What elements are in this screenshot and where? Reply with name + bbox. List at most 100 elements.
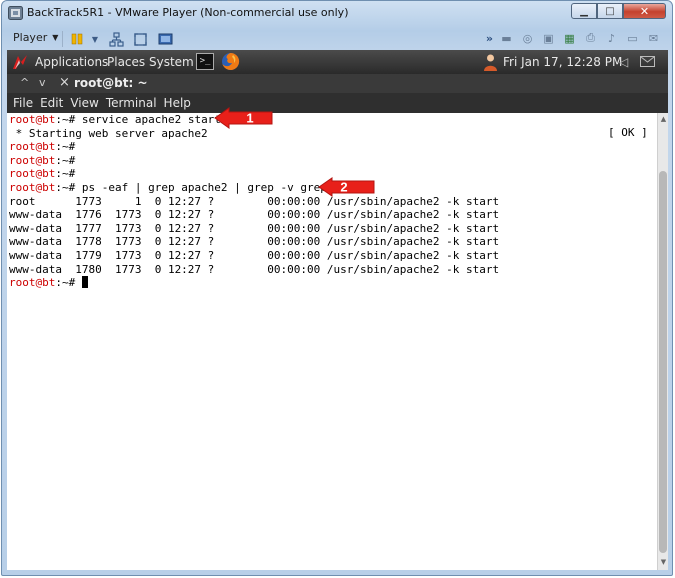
applications-menu[interactable]: Applications: [35, 55, 108, 69]
callout-label-1: 1: [246, 111, 253, 126]
vmware-app-icon: [8, 6, 23, 20]
player-menu-label: Player: [13, 31, 48, 44]
title-bar[interactable]: BackTrack5R1 - VMware Player (Non-commer…: [2, 1, 672, 26]
prompt-line: root@bt:~#: [9, 140, 499, 154]
display-icon: ▭: [627, 31, 638, 45]
speaker-icon: ♪: [607, 31, 616, 45]
shell-prompt: root@bt: [9, 153, 56, 167]
network-icon: [108, 31, 124, 47]
maximize-icon: □: [605, 5, 615, 17]
menu-file[interactable]: File: [13, 96, 33, 110]
user-icon[interactable]: [483, 53, 498, 71]
guest-screen[interactable]: Applications Places System >_ Fri Jan 17…: [7, 50, 668, 570]
ok-status: [ OK ]: [608, 126, 648, 139]
callout-arrow-1: 1: [214, 107, 273, 129]
window-title: BackTrack5R1 - VMware Player (Non-commer…: [27, 6, 349, 19]
shell-prompt: root@bt: [9, 180, 56, 194]
hard-disk-device[interactable]: ▬: [499, 31, 514, 45]
power-menu-button[interactable]: ▼: [87, 31, 103, 47]
message-log-device[interactable]: ✉: [646, 31, 661, 45]
sound-card-device[interactable]: ♪: [604, 31, 619, 45]
mail-icon[interactable]: [640, 56, 655, 67]
minimize-icon: ▁: [580, 5, 588, 17]
output-text: www-data 1778 1773 0 12:27 ? 00:00:00 /u…: [9, 235, 500, 249]
floppy-icon: ▣: [543, 31, 554, 45]
gnome-top-panel: Applications Places System >_ Fri Jan 17…: [7, 50, 668, 74]
cd-icon: ◎: [522, 31, 533, 45]
callout-label-2: 2: [340, 180, 347, 195]
menu-terminal[interactable]: Terminal: [106, 96, 157, 110]
output-text: www-data 1776 1773 0 12:27 ? 00:00:00 /u…: [9, 208, 500, 222]
pause-icon: [71, 33, 83, 45]
vmware-toolbar: Player ▼ ▼ » ▬ ◎ ▣ ▦ ⎙ ♪ ▭ ✉: [7, 28, 667, 50]
chevron-down-icon: ▼: [52, 33, 59, 42]
close-button[interactable]: ✕: [623, 3, 666, 19]
shell-prompt: root@bt: [9, 276, 56, 290]
output-line: www-data 1778 1773 0 12:27 ? 00:00:00 /u…: [9, 235, 499, 249]
scrollbar-thumb[interactable]: [659, 171, 667, 553]
prompt-line: root@bt:~#: [9, 167, 499, 181]
envelope-flap: [641, 57, 654, 63]
close-icon: ✕: [639, 4, 650, 18]
scroll-down-icon[interactable]: ▼: [659, 558, 668, 567]
terminal-launcher-icon[interactable]: >_: [196, 53, 214, 70]
places-menu[interactable]: Places: [107, 55, 145, 69]
display-device[interactable]: ▭: [625, 31, 640, 45]
menu-view[interactable]: View: [70, 96, 98, 110]
chevron-down-icon: ▼: [91, 34, 99, 44]
output-line: www-data 1780 1773 0 12:27 ? 00:00:00 /u…: [9, 263, 499, 277]
shell-prompt: root@bt: [9, 113, 56, 126]
scroll-up-icon[interactable]: ▲: [659, 115, 668, 124]
full-screen-button[interactable]: [157, 31, 173, 47]
pause-button[interactable]: [69, 31, 85, 47]
tab-title[interactable]: root@bt: ~: [74, 76, 148, 90]
output-text: root 1773 1 0 12:27 ? 00:00:00 /usr/sbin…: [9, 194, 500, 208]
fit-guest-button[interactable]: [132, 31, 148, 47]
prompt-suffix: :~#: [55, 167, 76, 181]
player-menu[interactable]: Player ▼: [13, 31, 58, 44]
network-devices-button[interactable]: [108, 31, 124, 47]
prompt-suffix: :~#: [55, 180, 76, 194]
output-line: root 1773 1 0 12:27 ? 00:00:00 /usr/sbin…: [9, 195, 499, 209]
chevron-down-icon[interactable]: v: [39, 76, 46, 89]
command-text: service apache2 start: [75, 113, 221, 126]
panel-clock[interactable]: Fri Jan 17, 12:28 PM: [503, 55, 622, 69]
terminal-tab-bar: ^ v × root@bt: ~: [7, 74, 668, 93]
system-menu[interactable]: System: [149, 55, 194, 69]
close-tab-icon[interactable]: ×: [59, 75, 70, 90]
prompt-line: root@bt:~#: [9, 276, 499, 290]
prompt-line: root@bt:~#: [9, 154, 499, 168]
shell-prompt: root@bt: [9, 140, 56, 154]
fit-window-icon: [133, 32, 147, 46]
shell-prompt: root@bt: [9, 167, 56, 181]
window-controls: ▁ □ ✕: [571, 3, 666, 20]
more-devices-icon[interactable]: »: [486, 32, 493, 45]
output-line: www-data 1777 1773 0 12:27 ? 00:00:00 /u…: [9, 222, 499, 236]
menu-edit[interactable]: Edit: [40, 96, 63, 110]
message-icon: ✉: [648, 31, 659, 45]
floppy-device[interactable]: ▣: [541, 31, 556, 45]
backtrack-dragon-logo[interactable]: [11, 53, 29, 71]
terminal-lines: root@bt:~# service apache2 start * Start…: [9, 113, 499, 290]
hard-disk-icon: ▬: [501, 31, 512, 45]
text-cursor: [81, 276, 88, 289]
printer-device[interactable]: ⎙: [583, 31, 598, 45]
terminal-scrollbar[interactable]: ▲ ▼: [657, 113, 668, 570]
menu-help[interactable]: Help: [164, 96, 191, 110]
printer-icon: ⎙: [586, 31, 595, 44]
scroll-tabs-up-icon[interactable]: ^: [20, 76, 29, 89]
minimize-button[interactable]: ▁: [571, 3, 597, 19]
prompt-suffix: :~#: [55, 276, 76, 290]
output-line: www-data 1779 1773 0 12:27 ? 00:00:00 /u…: [9, 249, 499, 263]
network-adapter-device[interactable]: ▦: [562, 31, 577, 45]
prompt-line: root@bt:~# ps -eaf | grep apache2 | grep…: [9, 181, 499, 195]
cd-dvd-device[interactable]: ◎: [520, 31, 535, 45]
removable-devices: » ▬ ◎ ▣ ▦ ⎙ ♪ ▭ ✉: [486, 31, 661, 45]
prompt-suffix: :~#: [55, 140, 76, 154]
maximize-button[interactable]: □: [597, 3, 623, 19]
volume-icon[interactable]: ◁: [619, 55, 628, 69]
output-text: * Starting web server apache2: [9, 126, 208, 140]
vmware-player-window: BackTrack5R1 - VMware Player (Non-commer…: [1, 0, 673, 576]
terminal-menu-bar: File Edit View Terminal Help: [7, 93, 668, 113]
firefox-icon[interactable]: [221, 52, 240, 71]
